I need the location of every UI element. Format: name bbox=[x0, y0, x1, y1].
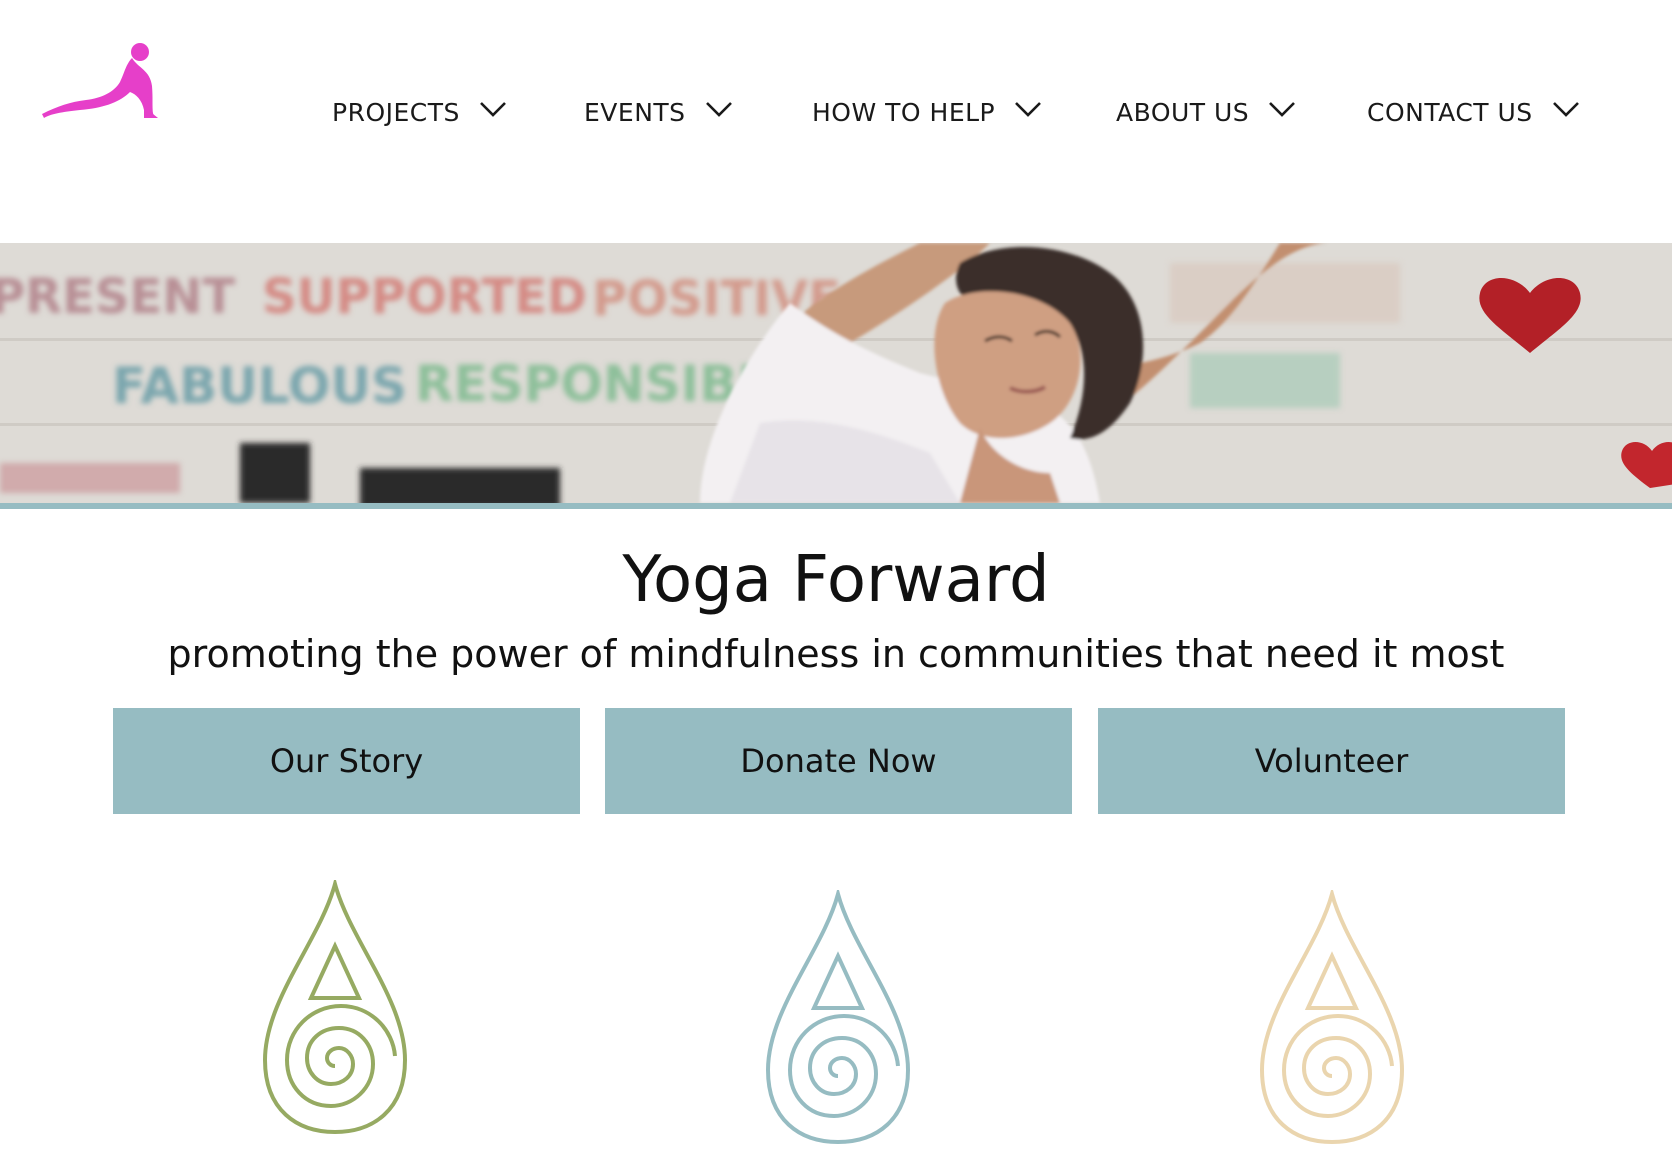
main-nav: PROJECTS EVENTS HOW TO HELP ABOUT US CON… bbox=[0, 92, 1672, 132]
chevron-down-icon bbox=[479, 102, 506, 117]
wall-word: PRESENT bbox=[0, 269, 235, 325]
spiral-drop-tan-icon bbox=[1259, 890, 1405, 1145]
nav-item-projects[interactable]: PROJECTS bbox=[332, 92, 508, 132]
chevron-down-icon bbox=[1269, 102, 1296, 117]
hero-banner: PRESENT SUPPORTED POSITIVE FABULOUS RESP… bbox=[0, 243, 1672, 509]
chevron-down-icon bbox=[705, 102, 732, 117]
wall-word: SUPPORTED bbox=[262, 269, 587, 325]
donate-now-button[interactable]: Donate Now bbox=[605, 708, 1072, 814]
nav-item-how-to-help[interactable]: HOW TO HELP bbox=[812, 92, 1043, 132]
nav-item-contact-us[interactable]: CONTACT US bbox=[1367, 92, 1581, 132]
chevron-down-icon bbox=[1552, 102, 1579, 117]
page-title: Yoga Forward bbox=[622, 543, 1050, 617]
chevron-down-icon bbox=[1015, 102, 1042, 117]
wall-word: FABULOUS bbox=[112, 357, 407, 415]
volunteer-button[interactable]: Volunteer bbox=[1098, 708, 1565, 814]
nav-item-events[interactable]: EVENTS bbox=[584, 92, 734, 132]
hero-photo: PRESENT SUPPORTED POSITIVE FABULOUS RESP… bbox=[0, 243, 1672, 503]
nav-item-about-us[interactable]: ABOUT US bbox=[1116, 92, 1297, 132]
page-tagline: promoting the power of mindfulness in co… bbox=[167, 632, 1505, 676]
nav-label: PROJECTS bbox=[332, 97, 460, 127]
spiral-drop-blue-icon bbox=[765, 890, 911, 1145]
nav-label: HOW TO HELP bbox=[812, 97, 996, 127]
nav-label: EVENTS bbox=[584, 97, 686, 127]
our-story-button[interactable]: Our Story bbox=[113, 708, 580, 814]
nav-label: ABOUT US bbox=[1116, 97, 1250, 127]
nav-label: CONTACT US bbox=[1367, 97, 1533, 127]
spiral-drop-green-icon bbox=[262, 880, 408, 1135]
